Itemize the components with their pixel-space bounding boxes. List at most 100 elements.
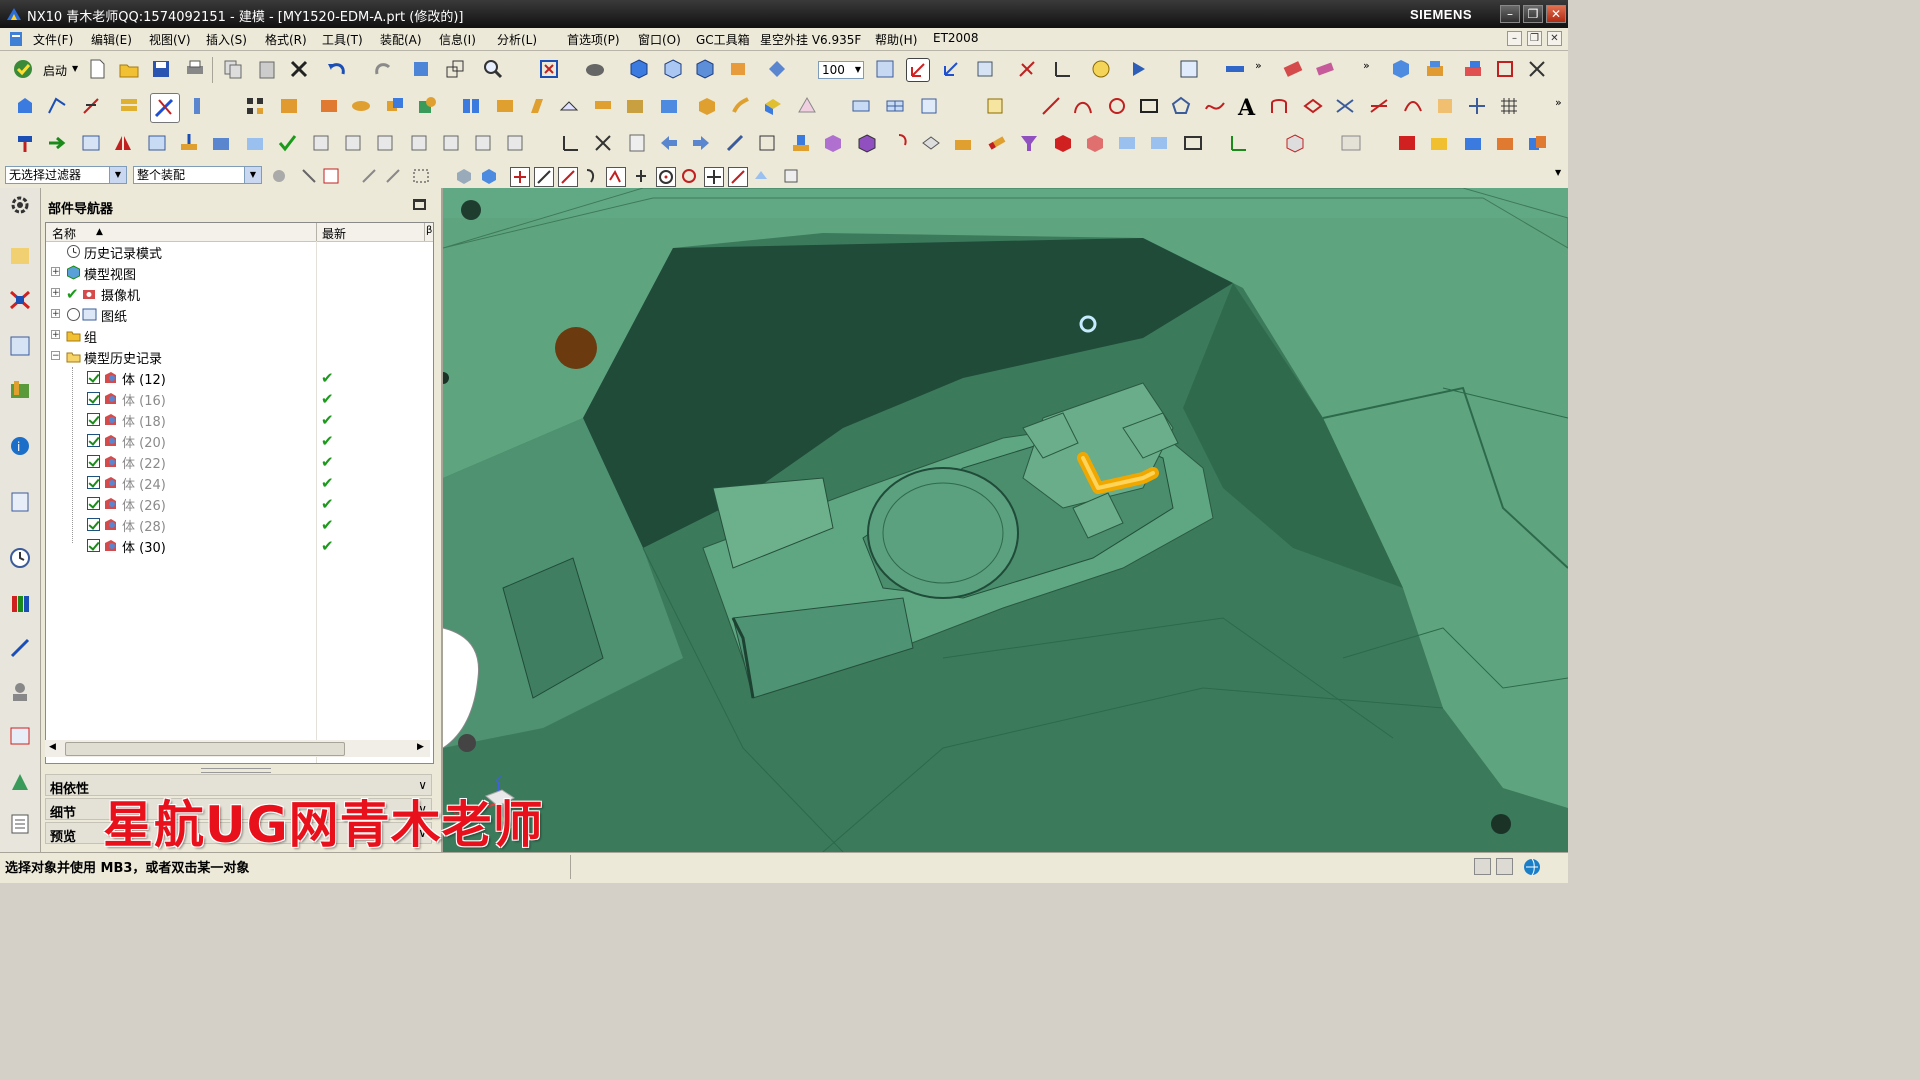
column-extra[interactable]: β — [426, 225, 432, 236]
abs-csys-icon[interactable] — [560, 132, 582, 154]
copy-icon[interactable] — [222, 58, 244, 80]
menu-view[interactable]: 视图(V) — [149, 31, 191, 48]
tree-node-model-views[interactable]: + 模型视图 — [46, 262, 433, 283]
doc-close-icon[interactable]: ✕ — [1547, 31, 1562, 46]
tangent-point-icon[interactable] — [680, 167, 698, 185]
visibility-checkbox[interactable] — [87, 413, 100, 426]
subtract-icon[interactable] — [416, 95, 438, 117]
tree-node-body[interactable]: 体 (22) ✔ — [46, 451, 433, 472]
toolbar-overflow-icon[interactable]: » — [1255, 59, 1262, 72]
toolbar-overflow-icon[interactable]: » — [1363, 59, 1370, 72]
circle-icon[interactable] — [1106, 95, 1128, 117]
analysis-icon[interactable] — [1178, 58, 1200, 80]
hole-icon[interactable] — [658, 95, 680, 117]
tree-node-history-mode[interactable]: 历史记录模式 — [46, 241, 433, 262]
move-face-icon[interactable] — [14, 132, 36, 154]
blue-block-icon[interactable] — [1462, 132, 1484, 154]
selection-scope-combo[interactable]: 整个装配 ▼ — [133, 166, 262, 184]
visibility-checkbox[interactable] — [87, 455, 100, 468]
shaded-cube-icon[interactable] — [628, 58, 650, 80]
surface-icon[interactable] — [850, 95, 872, 117]
paste-icon[interactable] — [256, 58, 278, 80]
hd3d-tools-icon[interactable]: i — [8, 434, 32, 458]
history-clock-icon[interactable] — [8, 546, 32, 570]
mirror-icon[interactable] — [460, 95, 482, 117]
menu-information[interactable]: 信息(I) — [439, 31, 476, 48]
menu-insert[interactable]: 插入(S) — [206, 31, 247, 48]
navigator-tree[interactable]: 名称 ▲ 最新 β 历史记录模式 + 模型视图 + ✔ 摄像机 + 图纸 + 组… — [45, 222, 434, 764]
status-view-icon[interactable] — [1474, 858, 1491, 875]
resize-icon[interactable] — [756, 132, 778, 154]
open-folder-icon[interactable] — [118, 58, 140, 80]
unite-icon[interactable] — [384, 95, 406, 117]
toolbar-overflow-icon[interactable]: » — [1555, 96, 1562, 109]
arrow-right-icon[interactable] — [690, 132, 712, 154]
list-view-icon[interactable] — [8, 812, 32, 836]
process-studio-icon[interactable] — [8, 636, 32, 660]
snap-point-icon[interactable] — [1016, 58, 1038, 80]
expand-icon[interactable]: + — [51, 330, 60, 340]
draft-icon[interactable] — [526, 95, 548, 117]
tree-node-body[interactable]: 体 (20) ✔ — [46, 430, 433, 451]
menu-file[interactable]: 文件(F) — [33, 31, 73, 48]
wcs-dynamic-icon[interactable] — [940, 58, 962, 80]
stack-icon[interactable] — [118, 95, 140, 117]
datum-plane-icon[interactable] — [80, 95, 102, 117]
component-icon[interactable] — [1424, 58, 1446, 80]
make-coplanar-icon[interactable] — [244, 132, 266, 154]
grid-cube-icon[interactable] — [874, 58, 896, 80]
visibility-checkbox[interactable] — [87, 497, 100, 510]
offset-region-icon[interactable] — [80, 132, 102, 154]
menu-format[interactable]: 格式(R) — [265, 31, 307, 48]
edit-feature-icon[interactable] — [1282, 58, 1304, 80]
menu-xingkong-plugin[interactable]: 星空外挂 V6.935F — [760, 31, 861, 48]
status-window-icon[interactable] — [1496, 858, 1513, 875]
cross-icon[interactable] — [592, 132, 614, 154]
control-point-icon[interactable] — [582, 167, 600, 185]
close-part-icon[interactable] — [1526, 58, 1548, 80]
settings-gear-icon[interactable] — [8, 193, 32, 217]
visibility-checkbox[interactable] — [87, 476, 100, 489]
sphere-icon[interactable] — [762, 95, 784, 117]
blend-icon[interactable] — [558, 95, 580, 117]
palette-icon[interactable] — [8, 770, 32, 794]
dimension-icon[interactable] — [342, 132, 364, 154]
select-feature-icon[interactable] — [300, 167, 318, 185]
swept-icon[interactable] — [918, 95, 940, 117]
group-face-icon[interactable] — [374, 132, 396, 154]
pencil-icon[interactable] — [986, 132, 1008, 154]
minimize-icon[interactable]: – — [1500, 5, 1520, 23]
delete-face-icon[interactable] — [178, 132, 200, 154]
orange-block-icon[interactable] — [1494, 132, 1516, 154]
snap-points-icon[interactable] — [510, 167, 530, 187]
system-scene-icon[interactable] — [8, 724, 32, 748]
block-icon[interactable] — [822, 132, 844, 154]
panel-splitter[interactable] — [201, 768, 271, 773]
shell-icon[interactable] — [624, 95, 646, 117]
rectangle-icon[interactable] — [1138, 95, 1160, 117]
paste-face-icon[interactable] — [440, 132, 462, 154]
part-navigator-icon[interactable] — [8, 334, 32, 358]
mesh-surface-icon[interactable] — [884, 95, 906, 117]
tree-node-groups[interactable]: + 组 — [46, 325, 433, 346]
split-body-icon[interactable] — [1084, 132, 1106, 154]
column-name[interactable]: 名称 — [52, 225, 76, 242]
yellow-block-icon[interactable] — [1428, 132, 1450, 154]
bridge-curve-icon[interactable] — [1402, 95, 1424, 117]
layer-icon[interactable] — [728, 58, 750, 80]
menu-tools[interactable]: 工具(T) — [322, 31, 363, 48]
endpoint-icon[interactable] — [534, 167, 554, 187]
pull-face-icon[interactable] — [46, 132, 68, 154]
tree-node-model-history[interactable]: − 模型历史记录 — [46, 346, 433, 367]
menu-assemblies[interactable]: 装配(A) — [380, 31, 422, 48]
mesh-icon[interactable] — [1498, 95, 1520, 117]
print-icon[interactable] — [184, 58, 206, 80]
expand-icon[interactable]: + — [51, 267, 60, 277]
funnel-icon[interactable] — [1018, 132, 1040, 154]
visibility-checkbox[interactable] — [87, 371, 100, 384]
wireframe-cube-icon[interactable] — [662, 58, 684, 80]
render-style-icon[interactable] — [584, 58, 606, 80]
eraser-icon[interactable] — [1314, 58, 1336, 80]
cut-face-icon[interactable] — [472, 132, 494, 154]
section-icon[interactable] — [920, 132, 942, 154]
